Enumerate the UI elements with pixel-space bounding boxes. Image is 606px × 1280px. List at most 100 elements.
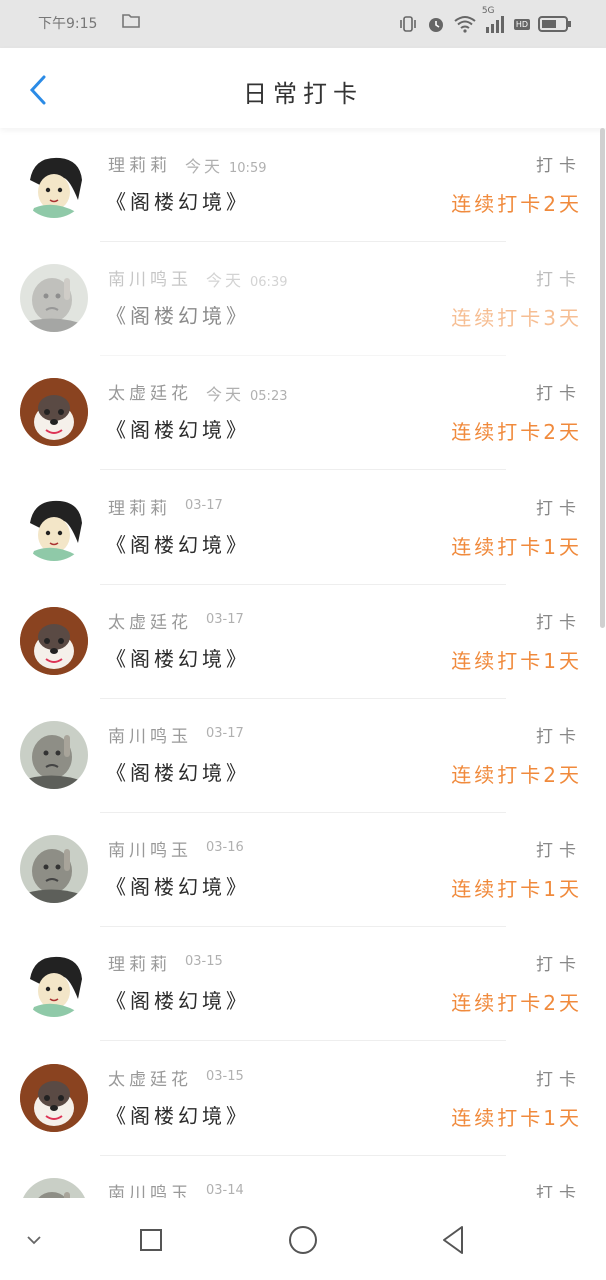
checkin-action: 打卡 xyxy=(536,841,582,862)
avatar[interactable] xyxy=(20,1063,88,1132)
user-name[interactable]: 太虚廷花 xyxy=(108,608,192,633)
avatar[interactable] xyxy=(20,606,88,675)
user-name[interactable]: 理莉莉 xyxy=(108,494,171,519)
checkin-time: 03-17 xyxy=(185,498,223,513)
streak-label: 连续打卡2天 xyxy=(451,991,582,1016)
book-title[interactable]: 《阁楼幻境》 xyxy=(106,757,250,786)
book-title[interactable]: 《阁楼幻境》 xyxy=(106,1100,250,1129)
streak-label: 连续打卡3天 xyxy=(451,306,582,331)
user-name[interactable]: 南川鸣玉 xyxy=(108,265,192,290)
book-title[interactable]: 《阁楼幻境》 xyxy=(106,643,250,672)
streak-label: 连续打卡1天 xyxy=(451,648,582,673)
square-icon xyxy=(140,1229,162,1251)
checkin-time-value: 06:39 xyxy=(250,275,288,291)
avatar[interactable] xyxy=(20,150,88,218)
checkin-time: 今天 05:23 xyxy=(206,381,287,405)
alarm-icon xyxy=(426,14,446,34)
checkin-row[interactable]: 南川鸣玉 03-16 打卡《阁楼幻境》 连续打卡1天 xyxy=(0,813,606,928)
checkin-time: 03-17 xyxy=(206,612,244,627)
wifi-icon xyxy=(454,15,476,33)
streak-label: 连续打卡1天 xyxy=(451,877,582,902)
avatar[interactable] xyxy=(20,721,88,789)
checkin-row[interactable]: 太虚廷花 03-17 打卡《阁楼幻境》 连续打卡1天 xyxy=(0,585,606,699)
checkin-row[interactable]: 南川鸣玉 03-14 打卡 xyxy=(0,1156,606,1198)
avatar[interactable] xyxy=(20,949,88,1018)
streak-label: 连续打卡1天 xyxy=(451,534,582,559)
triangle-back-icon xyxy=(443,1226,463,1254)
user-name[interactable]: 太虚廷花 xyxy=(108,1065,192,1090)
status-bar: 下午9:15 5G HD xyxy=(0,0,606,48)
checkin-time-value: 03-16 xyxy=(206,840,244,856)
checkin-action: 打卡 xyxy=(536,498,582,519)
checkin-time: 今天 06:39 xyxy=(206,267,287,291)
checkin-row[interactable]: 理莉莉 03-15 打卡《阁楼幻境》 连续打卡2天 xyxy=(0,927,606,1042)
book-title[interactable]: 《阁楼幻境》 xyxy=(106,529,250,558)
checkin-time-value: 03-17 xyxy=(206,611,244,627)
checkin-time-value: 03-15 xyxy=(206,1068,244,1084)
collapse-button[interactable] xyxy=(12,1218,56,1262)
checkin-row[interactable]: 理莉莉 03-17 打卡《阁楼幻境》 连续打卡1天 xyxy=(0,471,606,585)
back-nav-button[interactable] xyxy=(431,1218,475,1262)
checkin-time-value: 10:59 xyxy=(229,161,267,176)
checkin-action: 打卡 xyxy=(536,156,582,176)
checkin-row[interactable]: 南川鸣玉 今天 06:39 打卡 《阁楼幻境》 连续打卡3天 xyxy=(0,242,606,357)
circle-icon xyxy=(289,1226,317,1254)
checkin-action: 打卡 xyxy=(536,955,582,976)
scrollbar[interactable] xyxy=(600,128,605,628)
book-title[interactable]: 《阁楼幻境》 xyxy=(106,300,250,329)
folder-icon xyxy=(122,13,140,28)
checkin-time: 03-16 xyxy=(206,840,244,855)
checkin-row[interactable]: 理莉莉 今天 10:59 打卡《阁楼幻境》 连续打卡2天 xyxy=(0,128,606,242)
streak-label: 连续打卡1天 xyxy=(451,1105,582,1130)
user-name[interactable]: 理莉莉 xyxy=(108,151,171,176)
user-name[interactable]: 太虚廷花 xyxy=(108,379,192,404)
book-title[interactable]: 《阁楼幻境》 xyxy=(106,985,250,1014)
checkin-action: 打卡 xyxy=(536,1183,582,1198)
streak-label: 连续打卡2天 xyxy=(451,763,582,787)
status-icons: 5G HD xyxy=(398,6,572,38)
checkin-time-value: 05:23 xyxy=(250,389,288,405)
checkin-row[interactable]: 南川鸣玉 03-17 打卡《阁楼幻境》 连续打卡2天 xyxy=(0,699,606,813)
page-title: 日常打卡 xyxy=(243,80,363,108)
vibrate-icon xyxy=(398,14,418,34)
avatar[interactable] xyxy=(20,1177,88,1198)
checkin-action: 打卡 xyxy=(536,727,582,747)
checkin-day: 今天 xyxy=(206,271,245,291)
recent-apps-button[interactable] xyxy=(129,1218,173,1262)
avatar[interactable] xyxy=(20,835,88,904)
system-nav-bar xyxy=(0,1198,606,1280)
checkin-action: 打卡 xyxy=(536,612,582,633)
home-button[interactable] xyxy=(281,1218,325,1262)
user-name[interactable]: 南川鸣玉 xyxy=(108,836,192,861)
checkin-day: 今天 xyxy=(185,157,224,176)
status-time: 下午9:15 xyxy=(38,16,98,32)
checkin-time: 03-15 xyxy=(185,954,223,969)
checkin-time-value: 03-17 xyxy=(185,497,223,513)
checkin-action: 打卡 xyxy=(536,384,582,405)
checkin-row[interactable]: 太虚廷花 03-15 打卡《阁楼幻境》 连续打卡1天 xyxy=(0,1042,606,1156)
checkin-time: 03-14 xyxy=(206,1183,244,1198)
avatar[interactable] xyxy=(20,264,88,333)
streak-label: 连续打卡2天 xyxy=(451,420,582,445)
user-name[interactable]: 南川鸣玉 xyxy=(108,1179,192,1198)
checkin-action: 打卡 xyxy=(536,1069,582,1090)
checkin-time: 03-17 xyxy=(206,726,244,741)
user-name[interactable]: 南川鸣玉 xyxy=(108,722,192,747)
signal-icon: 5G xyxy=(482,6,506,33)
checkin-time: 今天 10:59 xyxy=(185,153,266,177)
book-title[interactable]: 《阁楼幻境》 xyxy=(106,414,250,443)
chevron-down-icon xyxy=(27,1236,41,1245)
book-title[interactable]: 《阁楼幻境》 xyxy=(106,871,250,900)
user-name[interactable]: 理莉莉 xyxy=(108,950,171,975)
checkin-time-value: 03-14 xyxy=(206,1182,244,1198)
battery-icon xyxy=(538,15,572,33)
checkin-time: 03-15 xyxy=(206,1069,244,1084)
hd-badge: HD xyxy=(513,18,530,30)
checkin-row[interactable]: 太虚廷花 今天 05:23 打卡《阁楼幻境》 连续打卡2天 xyxy=(0,356,606,471)
book-title[interactable]: 《阁楼幻境》 xyxy=(106,186,250,215)
streak-label: 连续打卡2天 xyxy=(451,192,582,216)
avatar[interactable] xyxy=(20,492,88,561)
checkin-time-value: 03-17 xyxy=(206,726,244,741)
checkin-list[interactable]: 理莉莉 今天 10:59 打卡 《阁楼幻境》 连续打卡2天 南川鸣玉 今天 06:39 打卡 《阁楼… xyxy=(0,128,606,1198)
avatar[interactable] xyxy=(20,378,88,447)
